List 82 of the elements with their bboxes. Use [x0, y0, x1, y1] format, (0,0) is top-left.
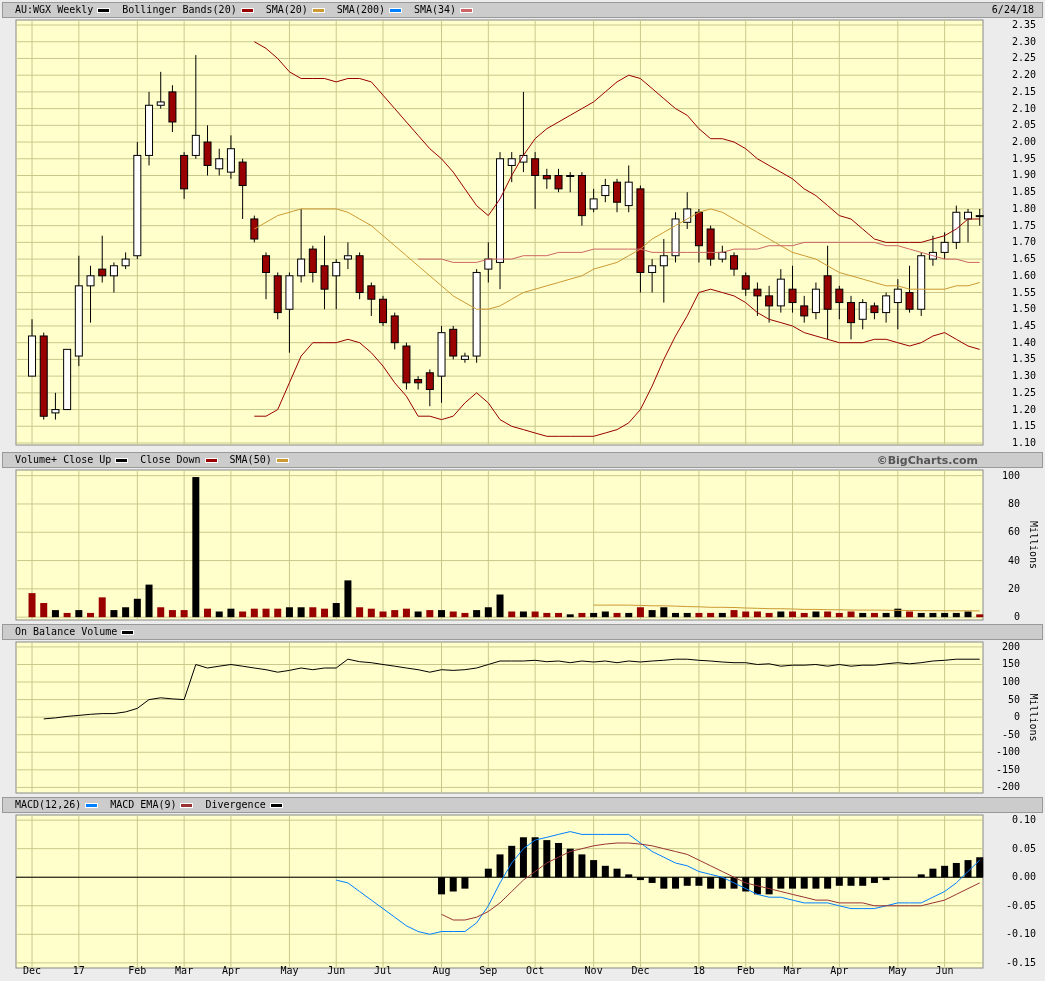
- axis-label: 0.00: [1011, 871, 1036, 883]
- axis-label: 18: [692, 965, 705, 976]
- axis-label: 1.90: [1011, 169, 1036, 181]
- legend-label: SMA(34): [414, 4, 457, 16]
- axis-label: Oct: [526, 965, 545, 976]
- legend-label: AU:WGX Weekly: [15, 4, 94, 16]
- axis-label: 0: [1013, 711, 1020, 723]
- axis-label: 1.70: [1011, 236, 1036, 248]
- axis-label: -150: [995, 763, 1020, 775]
- axis-label: -100: [995, 746, 1020, 758]
- axis-label: 2.05: [1011, 119, 1036, 131]
- axis-label: 1.95: [1011, 152, 1036, 164]
- axis-label: Jun: [327, 965, 346, 976]
- chart-date: 6/24/18: [991, 4, 1034, 16]
- axis-label: 60: [1007, 526, 1020, 538]
- axis-label: 2.00: [1011, 136, 1036, 148]
- axis-label: 150: [1001, 658, 1020, 670]
- axis-label: -0.10: [1005, 928, 1036, 940]
- axis-label: 1.75: [1011, 219, 1036, 231]
- axis-label: 1.30: [1011, 370, 1036, 382]
- axis-label: -0.05: [1005, 899, 1036, 911]
- axis-label: Dec: [23, 965, 42, 976]
- axis-label: 0.05: [1011, 842, 1036, 854]
- axis-label: 50: [1007, 693, 1020, 705]
- legend-label: Close Down: [140, 454, 201, 466]
- axis-label: -50: [1001, 728, 1020, 740]
- axis-label: Feb: [128, 965, 147, 976]
- axis-label: 20: [1007, 582, 1020, 594]
- axis-label: Mar: [783, 965, 802, 976]
- axis-label: May: [888, 965, 907, 976]
- axis-label: 80: [1007, 497, 1020, 509]
- axis-label: Aug: [432, 965, 451, 976]
- legend-label: Bollinger Bands(20): [122, 4, 237, 16]
- axis-label: -200: [995, 781, 1020, 793]
- axis-label: Apr: [221, 965, 240, 976]
- axis-label: Nov: [584, 965, 603, 976]
- axis-label: 1.10: [1011, 437, 1036, 448]
- axis-label: 1.55: [1011, 286, 1036, 298]
- legend-label: SMA(50): [229, 454, 272, 466]
- axis-label: 1.65: [1011, 253, 1036, 265]
- legend-label: MACD(12,26): [15, 799, 82, 811]
- legend-label: Divergence: [205, 799, 266, 811]
- axis-label: 2.25: [1011, 52, 1036, 64]
- credit-text: ©BigCharts.com: [876, 453, 978, 467]
- axis-title: Millions: [1028, 520, 1039, 570]
- axis-label: 1.85: [1011, 186, 1036, 198]
- axis-label: 1.15: [1011, 420, 1036, 432]
- legend-label: SMA(200): [336, 4, 385, 16]
- axis-label: 1.45: [1011, 319, 1036, 331]
- axis-label: 2.30: [1011, 35, 1036, 47]
- axis-label: 1.25: [1011, 386, 1036, 398]
- axis-label: 1.60: [1011, 269, 1036, 281]
- legend-label: On Balance Volume: [15, 626, 118, 638]
- axis-label: 1.35: [1011, 353, 1036, 365]
- axis-label: May: [280, 965, 299, 976]
- axis-label: 200: [1001, 640, 1020, 652]
- legend-label: MACD EMA(9): [110, 799, 177, 811]
- axis-label: 17: [72, 965, 85, 976]
- axis-label: 1.50: [1011, 303, 1036, 315]
- axis-label: Sep: [479, 965, 498, 976]
- axis-label: 1.40: [1011, 336, 1036, 348]
- axis-title: Millions: [1028, 693, 1039, 742]
- axis-label: 2.35: [1011, 19, 1036, 30]
- axis-label: Feb: [736, 965, 755, 976]
- axis-label: Apr: [830, 965, 849, 976]
- axis-label: 100: [1001, 676, 1020, 688]
- axis-label: Mar: [175, 965, 194, 976]
- axis-label: 0.10: [1011, 814, 1036, 826]
- axis-label: Dec: [631, 965, 650, 976]
- axis-label: 1.20: [1011, 403, 1036, 415]
- axis-label: 1.80: [1011, 202, 1036, 214]
- axis-label: Jul: [374, 965, 393, 976]
- axis-label: 40: [1007, 554, 1020, 566]
- axis-label: 2.10: [1011, 102, 1036, 114]
- legend-label: Volume+ Close Up: [15, 454, 112, 466]
- axis-label: 2.15: [1011, 85, 1036, 97]
- legend-label: SMA(20): [265, 4, 308, 16]
- axis-label: 2.20: [1011, 69, 1036, 81]
- axis-label: -0.15: [1005, 956, 1036, 968]
- axis-label: 100: [1001, 469, 1020, 481]
- axis-label: 0: [1013, 611, 1020, 622]
- axis-label: Jun: [935, 965, 954, 976]
